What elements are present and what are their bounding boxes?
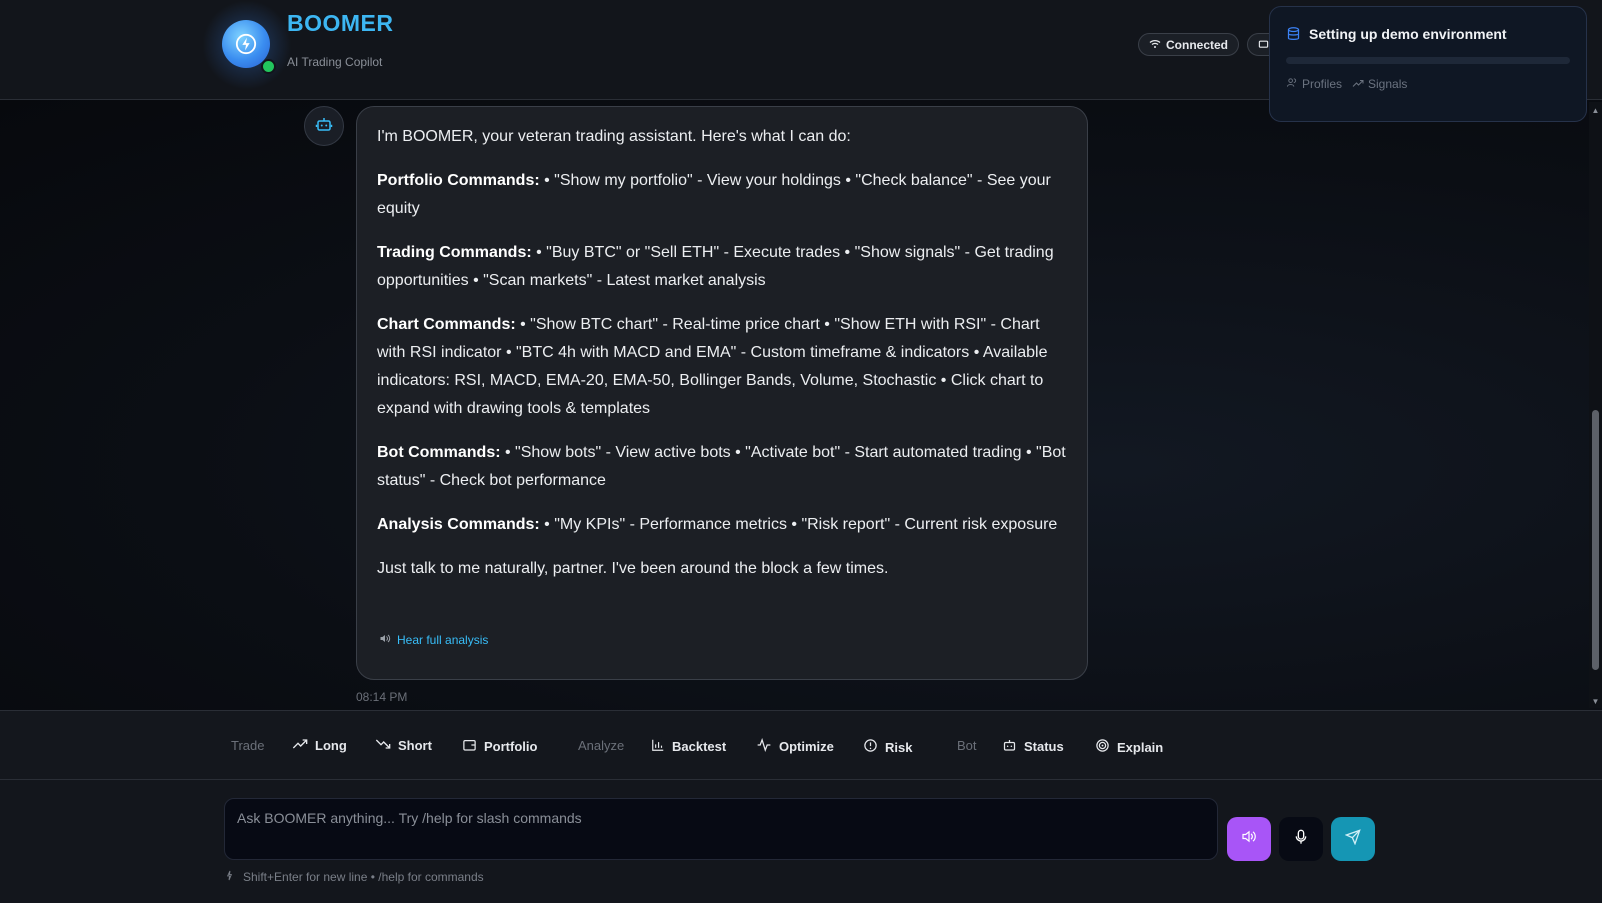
robot-icon (1002, 738, 1017, 755)
quick-actions-bar: Trade Long Short Portfolio Analyze Backt… (0, 710, 1602, 780)
trend-up-icon (1352, 77, 1364, 91)
toast-step-profiles: Profiles (1286, 77, 1342, 91)
message-timestamp: 08:14 PM (356, 690, 408, 704)
status-button[interactable]: Status (1002, 738, 1064, 755)
explain-label: Explain (1117, 739, 1164, 755)
section-heading: Bot Commands: (377, 444, 501, 461)
online-status-dot (261, 59, 276, 74)
section-heading: Chart Commands: (377, 316, 516, 333)
input-hint: Shift+Enter for new line • /help for com… (224, 870, 484, 884)
section-body: • "My KPIs" - Performance metrics • "Ris… (539, 516, 1058, 533)
long-label: Long (315, 738, 347, 753)
brand-title: BOOMER (287, 10, 394, 36)
section-heading: Portfolio Commands: (377, 172, 540, 189)
wallet-icon (462, 738, 477, 755)
short-label: Short (398, 738, 432, 753)
short-button[interactable]: Short (375, 738, 432, 753)
connection-status-label: Connected (1166, 37, 1229, 52)
message-section: Portfolio Commands: • "Show my portfolio… (377, 167, 1067, 223)
message-section: Bot Commands: • "Show bots" - View activ… (377, 439, 1067, 495)
activity-icon (756, 737, 772, 755)
microphone-button[interactable] (1279, 817, 1323, 861)
connection-status-badge[interactable]: Connected (1138, 33, 1240, 56)
scroll-down-arrow-icon[interactable]: ▼ (1591, 697, 1600, 706)
section-heading: Analysis Commands: (377, 516, 540, 533)
sparkle-icon (224, 870, 235, 884)
analyze-group-label: Analyze (578, 738, 625, 753)
long-button[interactable]: Long (292, 738, 347, 753)
robot-icon (315, 115, 333, 138)
backtest-label: Backtest (672, 739, 727, 754)
composer: Shift+Enter for new line • /help for com… (0, 780, 1602, 903)
portfolio-button[interactable]: Portfolio (462, 738, 537, 755)
trade-group-label: Trade (231, 738, 265, 753)
bot-avatar (304, 106, 344, 146)
risk-button[interactable]: Risk (863, 738, 912, 756)
brand-subtitle: AI Trading Copilot (287, 55, 383, 69)
alert-circle-icon (863, 738, 878, 756)
message-closing: Just talk to me naturally, partner. I've… (377, 560, 889, 577)
status-label: Status (1024, 739, 1064, 754)
database-icon (1286, 26, 1301, 47)
chat-scrollbar[interactable]: ▲ ▼ (1589, 102, 1602, 708)
toast-step-label: Profiles (1302, 77, 1343, 91)
section-heading: Trading Commands: (377, 244, 532, 261)
hear-full-analysis-link[interactable]: Hear full analysis (379, 626, 488, 654)
trend-up-icon (292, 738, 308, 753)
users-icon (1286, 77, 1298, 91)
bot-group-label: Bot (957, 738, 977, 753)
chat-area[interactable]: I'm BOOMER, your veteran trading assista… (0, 100, 1602, 710)
message-section: Chart Commands: • "Show BTC chart" - Rea… (377, 311, 1067, 423)
portfolio-label: Portfolio (484, 739, 538, 754)
speaker-icon (379, 626, 391, 654)
target-icon (1095, 738, 1110, 756)
trend-down-icon (375, 738, 391, 753)
send-button[interactable] (1331, 817, 1375, 861)
setup-progress-bar (1286, 57, 1570, 64)
input-hint-label: Shift+Enter for new line • /help for com… (243, 870, 484, 884)
toast-step-label: Signals (1368, 77, 1408, 91)
briefcase-icon (1258, 38, 1269, 52)
bar-chart-icon (651, 738, 665, 755)
setup-toast: Setting up demo environment Profiles Sig… (1269, 6, 1587, 122)
chat-input[interactable] (224, 798, 1218, 860)
explain-button[interactable]: Explain (1095, 738, 1163, 756)
voice-output-button[interactable] (1227, 817, 1271, 861)
toast-title: Setting up demo environment (1309, 26, 1507, 42)
message-intro: I'm BOOMER, your veteran trading assista… (377, 128, 851, 145)
toast-step-signals: Signals (1352, 77, 1407, 91)
optimize-button[interactable]: Optimize (756, 737, 834, 755)
brand-logo (202, 0, 292, 90)
optimize-label: Optimize (779, 739, 834, 754)
scroll-thumb[interactable] (1592, 410, 1599, 670)
risk-label: Risk (885, 739, 913, 755)
speaker-icon (1241, 829, 1257, 849)
hear-full-analysis-label: Hear full analysis (397, 633, 489, 647)
send-icon (1344, 828, 1361, 850)
message-section: Analysis Commands: • "My KPIs" - Perform… (377, 511, 1067, 539)
message-section: Trading Commands: • "Buy BTC" or "Sell E… (377, 239, 1067, 295)
backtest-button[interactable]: Backtest (651, 738, 726, 755)
scroll-up-arrow-icon[interactable]: ▲ (1591, 106, 1600, 115)
wifi-icon (1149, 38, 1161, 52)
microphone-icon (1294, 829, 1308, 850)
assistant-message: I'm BOOMER, your veteran trading assista… (356, 106, 1088, 680)
